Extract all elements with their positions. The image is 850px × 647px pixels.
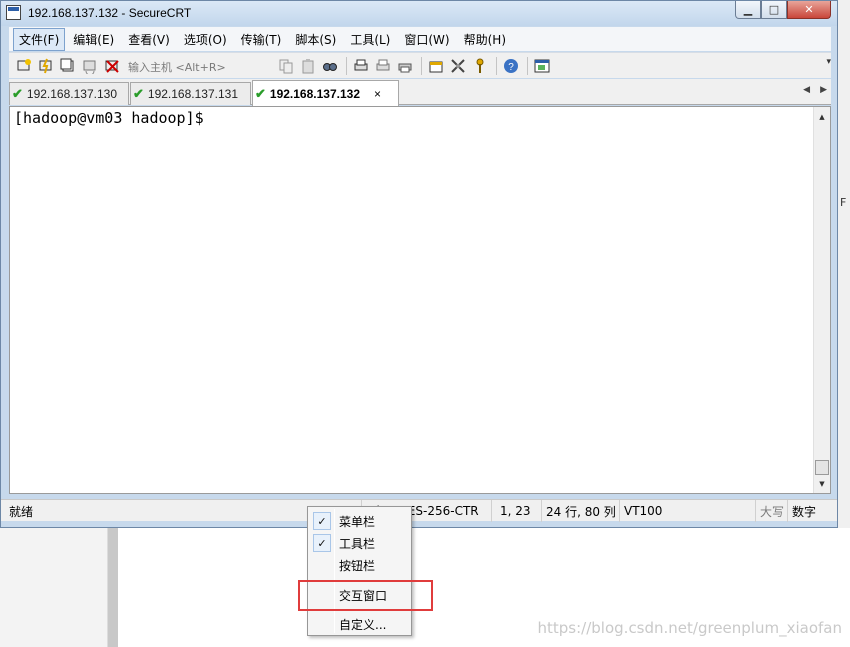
keymap-icon[interactable]: [471, 57, 489, 75]
svg-text:?: ?: [508, 62, 514, 73]
tab-navigation: ◀ ▶: [803, 85, 827, 95]
tab-session-131[interactable]: ✔ 192.168.137.131: [130, 82, 251, 105]
background-right-panel: F: [838, 0, 850, 528]
print-icon[interactable]: [396, 57, 414, 75]
menu-file[interactable]: 文件(F): [13, 27, 66, 51]
terminal-view[interactable]: [hadoop@vm03 hadoop]$ ▲ ▼: [9, 106, 831, 494]
print-setup-icon[interactable]: [352, 57, 370, 75]
help-icon[interactable]: ?: [502, 57, 520, 75]
menu-item-label: 菜单栏: [339, 514, 376, 529]
menu-item-label: 自定义...: [339, 617, 387, 632]
copy-icon[interactable]: [277, 57, 295, 75]
menu-item-label: 工具栏: [339, 536, 376, 551]
menu-help[interactable]: 帮助(H): [458, 28, 512, 51]
scrollbar-thumb[interactable]: [815, 460, 829, 475]
connect-tab-icon[interactable]: [59, 57, 77, 75]
minimize-button[interactable]: ▁: [735, 1, 761, 19]
title-bar[interactable]: 192.168.137.132 - SecureCRT ▁ □ ✕: [1, 1, 837, 26]
securecrt-window: 192.168.137.132 - SecureCRT ▁ □ ✕ 文件(F) …: [0, 0, 838, 528]
background-fragment: F: [840, 196, 847, 209]
find-icon[interactable]: [321, 57, 339, 75]
tab-session-132[interactable]: ✔ 192.168.137.132 ×: [252, 80, 399, 106]
watermark: https://blog.csdn.net/greenplum_xiaofan: [537, 619, 842, 637]
status-cursor: 1, 23: [491, 500, 541, 522]
menu-transfer[interactable]: 传输(T): [235, 28, 288, 51]
menu-view[interactable]: 查看(V): [122, 28, 176, 51]
toolbar-separator: [346, 56, 347, 75]
terminal-prompt: [hadoop@vm03 hadoop]$: [14, 109, 204, 127]
maximize-button[interactable]: □: [761, 1, 787, 19]
menu-item-button-bar[interactable]: 按钮栏: [310, 554, 409, 576]
toolbar-overflow-icon[interactable]: ▾: [826, 57, 831, 67]
status-emulation: VT100: [619, 500, 755, 522]
menu-item-customize[interactable]: 自定义...: [310, 613, 409, 635]
connect-icon[interactable]: [15, 57, 33, 75]
terminal-scrollbar[interactable]: ▲ ▼: [813, 107, 830, 493]
menu-bar: 文件(F) 编辑(E) 查看(V) 选项(O) 传输(T) 脚本(S) 工具(L…: [9, 27, 831, 51]
menu-edit[interactable]: 编辑(E): [67, 28, 120, 51]
menu-options[interactable]: 选项(O): [178, 28, 233, 51]
background-panel: [0, 528, 108, 647]
tab-scroll-left-icon[interactable]: ◀: [803, 85, 810, 95]
window-title: 192.168.137.132 - SecureCRT: [28, 6, 192, 20]
global-options-icon[interactable]: [449, 57, 467, 75]
scroll-up-icon[interactable]: ▲: [814, 109, 830, 125]
tab-session-130[interactable]: ✔ 192.168.137.130: [9, 82, 129, 105]
toolbar-context-menu: ✓ 菜单栏 ✓ 工具栏 按钮栏 交互窗口 自定义...: [307, 506, 412, 636]
connected-check-icon: ✔: [133, 86, 144, 101]
toolbar-separator: [527, 56, 528, 75]
session-tab-bar: ✔ 192.168.137.130 ✔ 192.168.137.131 ✔ 19…: [9, 79, 831, 106]
disconnect-icon[interactable]: [103, 57, 121, 75]
background-divider: [108, 528, 118, 647]
tab-scroll-right-icon[interactable]: ▶: [820, 85, 827, 95]
status-num: 数字: [787, 500, 819, 522]
menu-item-toolbar[interactable]: ✓ 工具栏: [310, 532, 409, 554]
annotation-highlight-box: [298, 580, 433, 611]
reconnect-icon[interactable]: [81, 57, 99, 75]
app-icon[interactable]: [6, 5, 21, 20]
tab-close-icon[interactable]: ×: [374, 87, 381, 101]
quick-connect-icon[interactable]: [37, 57, 55, 75]
print-selection-icon[interactable]: [374, 57, 392, 75]
status-caps: 大写: [755, 500, 787, 522]
toolbar-separator: [496, 56, 497, 75]
menu-item-label: 按钮栏: [339, 558, 376, 573]
check-icon: ✓: [313, 512, 331, 530]
menu-script[interactable]: 脚本(S): [289, 28, 342, 51]
paste-icon[interactable]: [299, 57, 317, 75]
check-icon: ✓: [313, 534, 331, 552]
menu-tools[interactable]: 工具(L): [344, 28, 396, 51]
status-bar: 就绪 ssh2: AES-256-CTR 1, 23 24 行, 80 列 VT…: [1, 499, 837, 522]
toolbar: 输入主机 <Alt+R> ? ▾: [9, 52, 831, 78]
toolbar-separator: [421, 56, 422, 75]
connected-check-icon: ✔: [12, 86, 23, 101]
tab-label: 192.168.137.130: [26, 87, 117, 101]
quick-connect-input[interactable]: 输入主机 <Alt+R>: [125, 56, 271, 75]
tab-label: 192.168.137.131: [147, 87, 238, 101]
menu-item-menubar[interactable]: ✓ 菜单栏: [310, 510, 409, 532]
session-options-icon[interactable]: [427, 57, 445, 75]
tab-label: 192.168.137.132: [269, 86, 360, 101]
scroll-down-icon[interactable]: ▼: [814, 476, 830, 492]
status-size: 24 行, 80 列: [541, 500, 619, 522]
connected-check-icon: ✔: [255, 85, 266, 101]
menu-window[interactable]: 窗口(W): [398, 28, 455, 51]
about-icon[interactable]: [533, 57, 551, 75]
status-ready: 就绪: [9, 504, 34, 519]
window-controls: ▁ □ ✕: [735, 1, 831, 19]
close-button[interactable]: ✕: [787, 1, 831, 19]
